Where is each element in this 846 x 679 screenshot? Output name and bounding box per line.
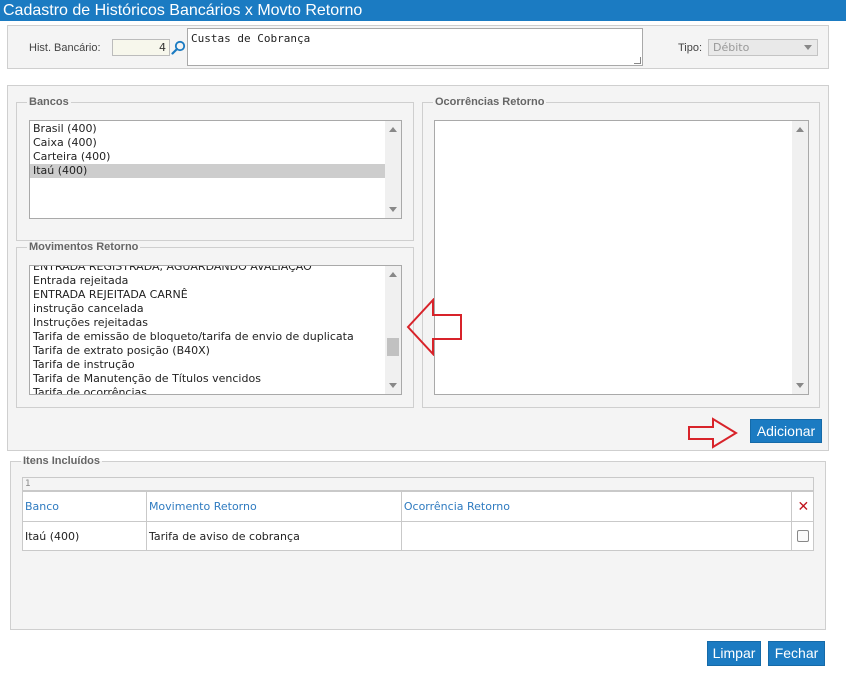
row-checkbox[interactable] xyxy=(797,530,810,542)
tipo-select-value: Débito xyxy=(713,41,750,54)
ocorrencias-legend: Ocorrências Retorno xyxy=(435,96,545,108)
hist-bancario-input[interactable]: 4 xyxy=(112,39,170,56)
search-icon[interactable] xyxy=(171,40,186,55)
list-item[interactable]: Brasil (400) xyxy=(30,122,385,136)
description-text: Custas de Cobrança xyxy=(191,32,311,45)
pagination-bar: 1 xyxy=(22,477,814,491)
delete-header-cell: ✕ xyxy=(790,491,815,522)
list-item[interactable]: Tarifa de emissão de bloqueto/tarifa de … xyxy=(30,330,387,344)
scroll-up-icon[interactable] xyxy=(389,272,397,277)
fechar-button[interactable]: Fechar xyxy=(768,641,825,666)
list-item[interactable]: Tarifa de ocorrências xyxy=(30,386,387,394)
ocorrencias-listbox[interactable] xyxy=(434,120,809,395)
list-item[interactable]: Entrada rejeitada xyxy=(30,274,387,288)
movimentos-scrollbar[interactable] xyxy=(385,266,401,394)
tipo-label: Tipo: xyxy=(678,42,703,54)
column-header-ocorrencia[interactable]: Ocorrência Retorno xyxy=(400,491,792,522)
ocorrencias-scrollbar[interactable] xyxy=(792,121,808,394)
cell-ocorrencia xyxy=(400,521,792,551)
list-item[interactable]: Tarifa de Manutenção de Títulos vencidos xyxy=(30,372,387,386)
bancos-scrollbar[interactable] xyxy=(385,121,401,218)
left-arrow-annotation-icon xyxy=(406,298,462,356)
itens-table: Banco Movimento Retorno Ocorrência Retor… xyxy=(22,491,815,551)
list-item[interactable]: Tarifa de extrato posição (B40X) xyxy=(30,344,387,358)
adicionar-button[interactable]: Adicionar xyxy=(750,419,822,443)
hist-bancario-label: Hist. Bancário: xyxy=(29,42,101,54)
column-header-movimento[interactable]: Movimento Retorno xyxy=(145,491,402,522)
delete-icon[interactable]: ✕ xyxy=(794,499,813,515)
right-arrow-annotation-icon xyxy=(688,417,738,449)
movimentos-legend: Movimentos Retorno xyxy=(29,241,139,253)
tipo-select[interactable]: Débito xyxy=(708,39,818,56)
scroll-thumb[interactable] xyxy=(387,338,399,356)
cell-checkbox xyxy=(790,521,815,551)
list-item[interactable]: Carteira (400) xyxy=(30,150,385,164)
cell-movimento: Tarifa de aviso de cobrança xyxy=(145,521,402,551)
limpar-button[interactable]: Limpar xyxy=(707,641,761,666)
chevron-down-icon xyxy=(804,45,812,50)
window-title: Cadastro de Históricos Bancários x Movto… xyxy=(0,0,846,21)
bancos-legend: Bancos xyxy=(29,96,69,108)
scroll-down-icon[interactable] xyxy=(389,207,397,212)
column-header-banco[interactable]: Banco xyxy=(22,491,147,522)
scroll-down-icon[interactable] xyxy=(796,383,804,388)
scroll-down-icon[interactable] xyxy=(389,383,397,388)
scroll-up-icon[interactable] xyxy=(389,127,397,132)
list-item[interactable]: instrução cancelada xyxy=(30,302,387,316)
list-item[interactable]: Caixa (400) xyxy=(30,136,385,150)
scroll-up-icon[interactable] xyxy=(796,127,804,132)
table-row[interactable]: Itaú (400) Tarifa de aviso de cobrança xyxy=(22,521,815,551)
movimentos-listbox[interactable]: ENTRADA REGISTRADA, AGUARDANDO AVALIAÇÃO… xyxy=(29,265,402,395)
bancos-listbox[interactable]: Brasil (400) Caixa (400) Carteira (400) … xyxy=(29,120,402,219)
resize-handle-icon[interactable] xyxy=(634,57,641,64)
list-item[interactable]: Tarifa de instrução xyxy=(30,358,387,372)
page-number[interactable]: 1 xyxy=(25,479,31,489)
header-panel: Hist. Bancário: 4 Custas de Cobrança Tip… xyxy=(7,25,829,69)
list-item[interactable]: ENTRADA REJEITADA CARNÊ xyxy=(30,288,387,302)
list-item[interactable]: ENTRADA REGISTRADA, AGUARDANDO AVALIAÇÃO xyxy=(30,266,387,274)
cell-banco: Itaú (400) xyxy=(22,521,147,551)
itens-panel: Itens Incluídos 1 Banco Movimento Retorn… xyxy=(7,455,829,632)
table-header-row: Banco Movimento Retorno Ocorrência Retor… xyxy=(22,491,815,522)
description-textarea[interactable]: Custas de Cobrança xyxy=(187,28,643,66)
itens-legend: Itens Incluídos xyxy=(23,455,101,467)
main-panel: Bancos Brasil (400) Caixa (400) Carteira… xyxy=(7,85,829,451)
list-item[interactable]: Instruções rejeitadas xyxy=(30,316,387,330)
list-item-selected[interactable]: Itaú (400) xyxy=(30,164,385,178)
